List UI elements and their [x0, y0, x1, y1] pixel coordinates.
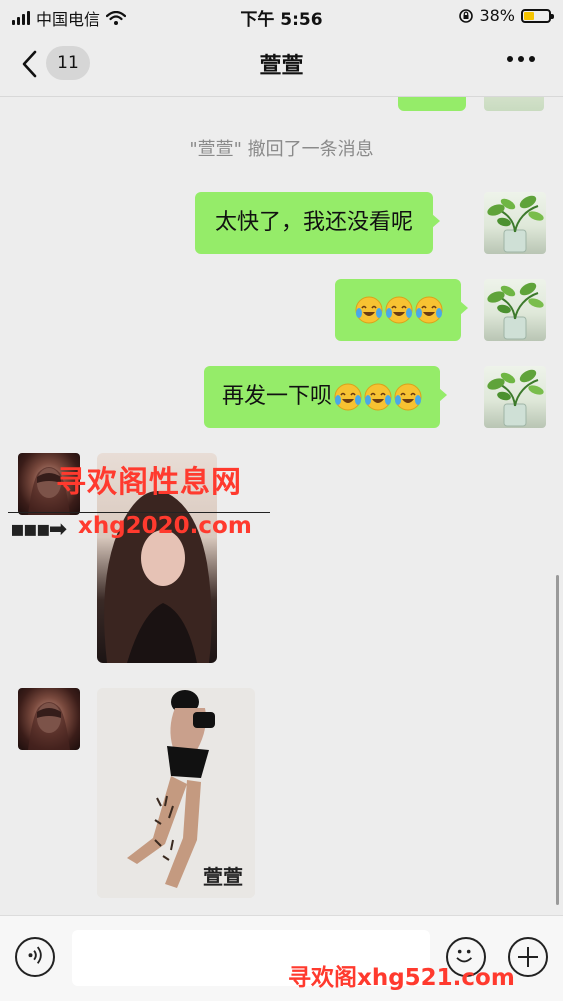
- tears-of-joy-emoji-icon: [355, 296, 383, 324]
- plant-photo: [487, 369, 544, 427]
- chat-title: 萱萱: [259, 54, 304, 79]
- contact-avatar-photo: [28, 702, 70, 750]
- my-avatar-partial[interactable]: [484, 97, 544, 111]
- recall-notice: "萱萱" 撤回了一条消息: [189, 139, 374, 160]
- battery-icon: [521, 8, 554, 23]
- more-options-icon[interactable]: [507, 56, 535, 62]
- message-bubble-outgoing[interactable]: 再发一下呗: [204, 366, 448, 428]
- contact-avatar[interactable]: [18, 688, 80, 750]
- my-avatar[interactable]: [484, 366, 546, 428]
- scrollbar[interactable]: [556, 575, 559, 905]
- chat-header: 11 萱萱: [0, 32, 563, 97]
- input-bar: 寻欢阁xhg521.com: [0, 915, 563, 1001]
- my-avatar[interactable]: [484, 192, 546, 254]
- voice-input-button[interactable]: [15, 937, 55, 977]
- tears-of-joy-emoji-icon: [394, 383, 422, 411]
- message-text: 再发一下呗: [222, 384, 333, 409]
- battery-fill: [524, 11, 534, 20]
- status-right: 38%: [459, 6, 554, 25]
- tears-of-joy-emoji-icon: [334, 383, 362, 411]
- my-avatar[interactable]: [484, 279, 546, 341]
- watermark-arrow-icon: ▪▪▪➡: [10, 517, 67, 542]
- tears-of-joy-emoji-icon: [415, 296, 443, 324]
- voice-icon: [28, 946, 42, 964]
- photo-caption: 萱萱: [203, 865, 243, 889]
- incoming-photo[interactable]: 萱萱: [97, 688, 255, 898]
- message-bubble-outgoing[interactable]: 太快了，我还没看呢: [195, 192, 441, 254]
- battery-percent: 38%: [479, 6, 515, 25]
- partial-message-bubble[interactable]: [398, 97, 466, 111]
- plant-photo: [487, 195, 544, 253]
- tears-of-joy-emoji-icon: [364, 383, 392, 411]
- watermark-site-name: 寻欢阁性息网: [56, 465, 242, 500]
- photo-woman-stockings: 萱萱: [97, 688, 255, 898]
- plant-photo: [487, 282, 544, 340]
- status-bar: 中国电信 下午 5:56 38%: [0, 0, 563, 32]
- watermark-url: xhg2020.com: [78, 513, 252, 539]
- rotation-lock-icon: [459, 8, 474, 23]
- watermark-bottom: 寻欢阁xhg521.com: [288, 965, 515, 991]
- message-text: 太快了，我还没看呢: [215, 210, 414, 235]
- tears-of-joy-emoji-icon: [385, 296, 413, 324]
- message-bubble-outgoing[interactable]: [335, 279, 468, 341]
- message-list[interactable]: "萱萱" 撤回了一条消息 太快了，我还没看呢 再发一下呗 萱萱 寻欢阁性息网 ▪…: [0, 97, 563, 915]
